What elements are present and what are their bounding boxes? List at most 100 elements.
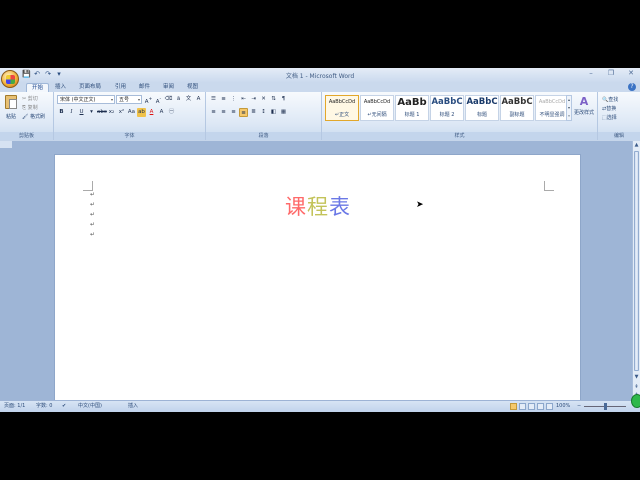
italic-icon[interactable]: I	[67, 108, 76, 117]
tab-view[interactable]: 视图	[182, 83, 203, 92]
paste-button[interactable]: 粘贴	[3, 95, 19, 125]
paste-label: 粘贴	[5, 114, 16, 120]
numbering-icon[interactable]: ≡	[219, 95, 228, 104]
copy-button[interactable]: ⎘ 复制	[22, 104, 45, 113]
font-size-box[interactable]: 五号 ▾	[116, 95, 142, 104]
font-color-icon[interactable]: A	[147, 108, 156, 117]
document-title-text[interactable]: 课程表	[285, 191, 351, 221]
editing-group-label: 编辑	[598, 132, 640, 140]
char-shading-icon[interactable]: A	[194, 95, 203, 104]
grow-font-icon[interactable]: A+	[144, 95, 153, 105]
print-layout-icon[interactable]	[510, 403, 517, 410]
tab-mailings[interactable]: 邮件	[134, 83, 155, 92]
shrink-font-icon[interactable]: A-	[154, 95, 163, 105]
format-painter-button[interactable]: 🖌 格式刷	[22, 113, 45, 122]
underline-dropdown-icon[interactable]: ▾	[87, 108, 96, 117]
font-group-label: 字体	[54, 132, 205, 140]
font-name-dropdown-icon[interactable]: ▾	[111, 96, 113, 104]
zoom-out-icon[interactable]: −	[577, 401, 581, 412]
font-name-box[interactable]: 宋体 (中文正文) ▾	[57, 95, 115, 104]
style-no-spacing[interactable]: AaBbCcDd ↵无间隔	[360, 95, 394, 121]
char-border-icon[interactable]: 文	[184, 95, 193, 104]
scrollbar-thumb[interactable]	[634, 151, 639, 371]
change-case-icon[interactable]: Aa	[127, 108, 136, 117]
language-indicator[interactable]: 中文(中国)	[78, 401, 102, 412]
style-title[interactable]: AaBbC 标题	[465, 95, 499, 121]
web-layout-icon[interactable]	[528, 403, 535, 410]
page-count[interactable]: 页面: 1/1	[4, 401, 25, 412]
insert-mode[interactable]: 插入	[128, 401, 138, 412]
highlight-icon[interactable]: ab	[137, 108, 146, 117]
distribute-icon[interactable]: ≣	[249, 108, 258, 117]
line-spacing-icon[interactable]: ↕	[259, 108, 268, 117]
align-left-icon[interactable]: ≡	[209, 108, 218, 117]
show-marks-icon[interactable]: ¶	[279, 95, 288, 104]
style-sample: AaBbCcDd	[363, 99, 391, 105]
prev-page-icon[interactable]: ⇞	[633, 383, 640, 391]
outline-view-icon[interactable]	[537, 403, 544, 410]
align-center-icon[interactable]: ≡	[219, 108, 228, 117]
style-sample: AaBbC	[501, 97, 533, 107]
align-right-icon[interactable]: ≡	[229, 108, 238, 117]
shading-icon[interactable]: ◧	[269, 108, 278, 117]
borders-icon[interactable]: ▦	[279, 108, 288, 117]
maximize-icon[interactable]: ❐	[606, 69, 616, 77]
style-heading-1[interactable]: AaBb 标题 1	[395, 95, 429, 121]
superscript-icon[interactable]: x²	[117, 108, 126, 117]
clipboard-group-label: 剪贴板	[0, 132, 53, 140]
minimize-icon[interactable]: –	[586, 69, 596, 77]
find-button[interactable]: 🔍查找	[602, 96, 618, 105]
help-icon[interactable]: ?	[628, 83, 636, 91]
change-styles-button[interactable]: A 更改样式	[573, 95, 595, 116]
draft-view-icon[interactable]	[546, 403, 553, 410]
replace-label: 替换	[606, 106, 617, 112]
scroll-down-icon[interactable]: ▼	[633, 373, 640, 381]
proofing-icon[interactable]: ✔	[62, 401, 66, 412]
tab-insert[interactable]: 插入	[50, 83, 71, 92]
office-button[interactable]	[1, 70, 19, 88]
tab-home[interactable]: 开始	[26, 83, 50, 92]
font-size-dropdown-icon[interactable]: ▾	[138, 96, 140, 104]
bullets-icon[interactable]: ☰	[209, 95, 218, 104]
ruler-toggle[interactable]	[0, 141, 12, 148]
word-count[interactable]: 字数: 0	[36, 401, 52, 412]
title-char: 课	[285, 195, 307, 219]
underline-icon[interactable]: U	[77, 108, 86, 117]
char-scaling-icon[interactable]: A	[157, 108, 166, 117]
subscript-icon[interactable]: x₂	[107, 108, 116, 117]
justify-icon[interactable]: ≡	[239, 108, 248, 117]
tab-review[interactable]: 审阅	[158, 83, 179, 92]
decrease-indent-icon[interactable]: ⇤	[239, 95, 248, 104]
tab-page-layout[interactable]: 页面布局	[74, 83, 106, 92]
enclose-char-icon[interactable]: ㊀	[167, 108, 176, 117]
phonetic-guide-icon[interactable]: ā	[174, 95, 183, 104]
select-button[interactable]: ⬚选择	[602, 114, 618, 123]
margin-corner-top-right	[544, 181, 554, 191]
close-icon[interactable]: ✕	[626, 69, 636, 77]
zoom-level[interactable]: 100%	[556, 401, 570, 412]
style-heading-2[interactable]: AaBbC 标题 2	[430, 95, 464, 121]
increase-indent-icon[interactable]: ⇥	[249, 95, 258, 104]
styles-gallery-scroll[interactable]: ▴ ▾ ▿	[566, 95, 572, 121]
bold-icon[interactable]: B	[57, 108, 66, 117]
document-page[interactable]: 课程表 ↵ ↵ ↵ ↵ ↵	[54, 154, 581, 404]
full-screen-reading-icon[interactable]	[519, 403, 526, 410]
chinese-layout-icon[interactable]: ✕	[259, 95, 268, 104]
title-bar: 💾 ↶ ↷ ▾ 文档 1 - Microsoft Word – ❐ ✕	[0, 68, 640, 82]
multilevel-list-icon[interactable]: ⋮	[229, 95, 238, 104]
style-normal[interactable]: AaBbCcDd ↵正文	[325, 95, 359, 121]
paragraph-mark: ↵	[90, 211, 96, 218]
style-subtitle[interactable]: AaBbC 副标题	[500, 95, 534, 121]
vertical-scrollbar[interactable]: ▲ ▼ ⇞ ⇟	[632, 141, 640, 400]
zoom-slider-knob[interactable]	[604, 403, 607, 410]
clear-format-icon[interactable]: ⌫	[164, 95, 173, 104]
strikethrough-icon[interactable]: abc	[97, 108, 107, 117]
sort-icon[interactable]: ⇅	[269, 95, 278, 104]
replace-button[interactable]: ⇄替换	[602, 105, 618, 114]
scroll-up-icon[interactable]: ▲	[633, 141, 640, 149]
paragraph-list-buttons: ☰ ≡ ⋮ ⇤ ⇥ ✕ ⇅ ¶	[209, 95, 288, 104]
style-subtle-emphasis[interactable]: AaBbCcDd 不明显强调	[535, 95, 569, 121]
tab-references[interactable]: 引用	[110, 83, 131, 92]
paragraph-group: ☰ ≡ ⋮ ⇤ ⇥ ✕ ⇅ ¶ ≡ ≡ ≡ ≡ ≣ ↕ ◧ ▦ 段落	[206, 92, 322, 140]
cut-button[interactable]: ✂ 剪切	[22, 95, 45, 104]
